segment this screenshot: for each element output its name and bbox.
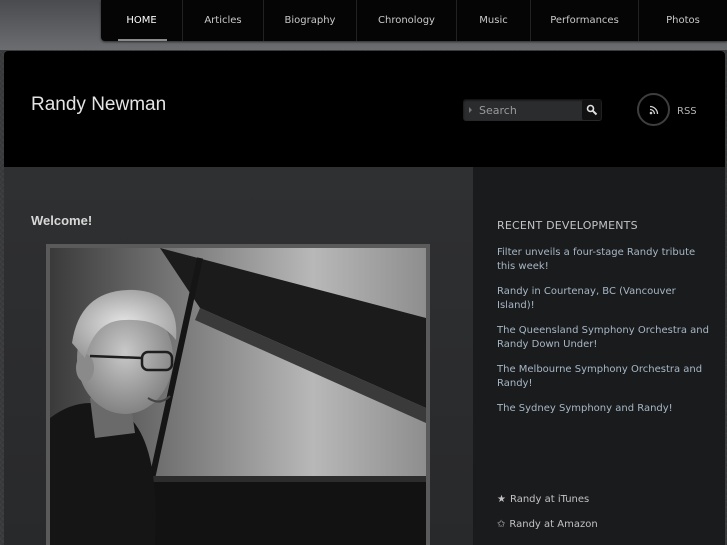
portrait-photo bbox=[50, 248, 426, 545]
search-input[interactable] bbox=[479, 99, 579, 121]
search-box bbox=[463, 99, 602, 121]
main-content: Welcome! bbox=[4, 167, 473, 545]
news-link[interactable]: The Melbourne Symphony Orchestra and Ran… bbox=[497, 363, 709, 391]
rss-button[interactable] bbox=[637, 93, 670, 126]
news-link[interactable]: Filter unveils a four-stage Randy tribut… bbox=[497, 246, 709, 274]
news-link[interactable]: Randy in Courtenay, BC (Vancouver Island… bbox=[497, 285, 709, 313]
news-link[interactable]: The Sydney Symphony and Randy! bbox=[497, 402, 709, 416]
welcome-heading: Welcome! bbox=[31, 213, 93, 228]
external-links: ★ Randy at iTunes ✩ Randy at Amazon bbox=[497, 494, 598, 544]
star-outline-icon: ✩ bbox=[497, 519, 506, 530]
recent-developments-heading: RECENT DEVELOPMENTS bbox=[497, 219, 638, 232]
amazon-link-label: Randy at Amazon bbox=[509, 519, 598, 530]
sidebar: RECENT DEVELOPMENTS Filter unveils a fou… bbox=[473, 167, 725, 545]
rss-icon bbox=[649, 105, 658, 114]
site-title[interactable]: Randy Newman bbox=[31, 94, 166, 116]
nav-item-music[interactable]: Music bbox=[457, 0, 531, 41]
photo-frame bbox=[46, 244, 430, 545]
nav-item-articles[interactable]: Articles bbox=[183, 0, 264, 41]
news-link[interactable]: The Queensland Symphony Orchestra and Ra… bbox=[497, 324, 709, 352]
rss-link[interactable]: RSS bbox=[677, 106, 697, 117]
main-nav: HOME Articles Biography Chronology Music… bbox=[101, 0, 727, 41]
site-header: Randy Newman RSS bbox=[4, 51, 725, 167]
news-list: Filter unveils a four-stage Randy tribut… bbox=[497, 246, 709, 427]
magnifier-icon bbox=[586, 104, 597, 116]
itunes-link[interactable]: ★ Randy at iTunes bbox=[497, 494, 598, 519]
amazon-link[interactable]: ✩ Randy at Amazon bbox=[497, 519, 598, 544]
nav-item-photos[interactable]: Photos bbox=[639, 0, 727, 41]
nav-item-biography[interactable]: Biography bbox=[264, 0, 357, 41]
search-button[interactable] bbox=[582, 100, 601, 120]
search-caret-icon bbox=[469, 107, 472, 113]
star-filled-icon: ★ bbox=[497, 494, 506, 505]
pianist-portrait-image bbox=[50, 248, 426, 545]
nav-item-home[interactable]: HOME bbox=[101, 0, 183, 41]
itunes-link-label: Randy at iTunes bbox=[509, 494, 590, 505]
nav-item-chronology[interactable]: Chronology bbox=[357, 0, 457, 41]
nav-item-performances[interactable]: Performances bbox=[531, 0, 639, 41]
